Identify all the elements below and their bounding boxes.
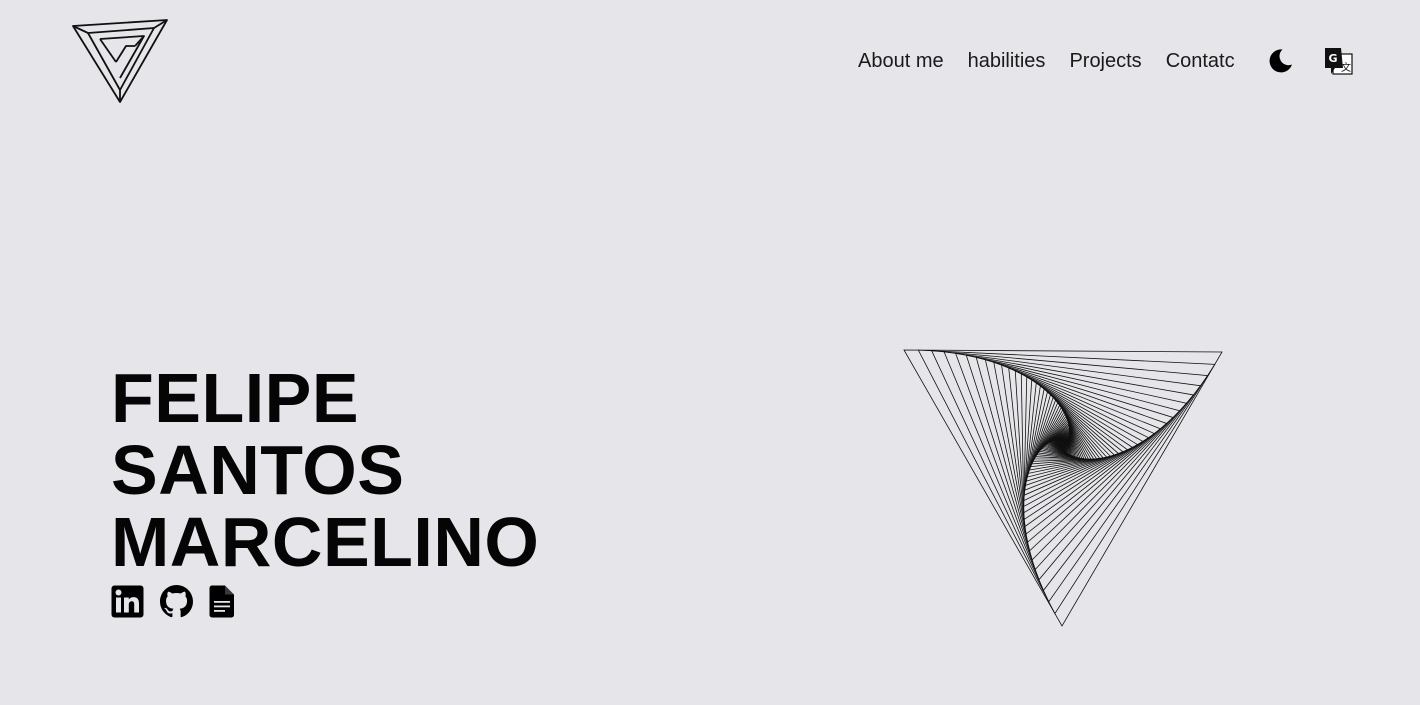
svg-text:文: 文 [1341, 61, 1351, 74]
github-link[interactable] [160, 585, 193, 623]
moon-icon [1269, 49, 1292, 73]
impossible-triangle-logo-icon [72, 19, 168, 103]
site-logo[interactable] [70, 16, 170, 106]
twisted-triangle-art-graphic [903, 349, 1223, 627]
main-nav: About me habilities Projects Contatc [846, 46, 1247, 76]
hero-name-line: FELIPE [111, 359, 360, 437]
nav-item-about-me[interactable]: About me [846, 46, 956, 76]
github-icon [160, 585, 193, 618]
hero-name-line: MARCELINO [111, 503, 540, 581]
linkedin-icon [111, 585, 144, 618]
linkedin-link[interactable] [111, 585, 144, 623]
theme-toggle-button[interactable] [1266, 47, 1294, 75]
twisted-triangle-art [898, 344, 1228, 632]
resume-link[interactable] [209, 585, 235, 623]
translate-icon: G 文 [1325, 48, 1353, 75]
nav-item-projects[interactable]: Projects [1057, 46, 1153, 76]
language-toggle-button[interactable]: G 文 [1323, 46, 1355, 78]
svg-text:G: G [1328, 52, 1337, 65]
document-icon [209, 585, 234, 618]
hero-name: FELIPE SANTOS MARCELINO [111, 362, 539, 578]
nav-item-contact[interactable]: Contatc [1154, 46, 1247, 76]
nav-item-habilities[interactable]: habilities [956, 46, 1058, 76]
social-links [111, 585, 251, 623]
hero-name-line: SANTOS [111, 431, 405, 509]
